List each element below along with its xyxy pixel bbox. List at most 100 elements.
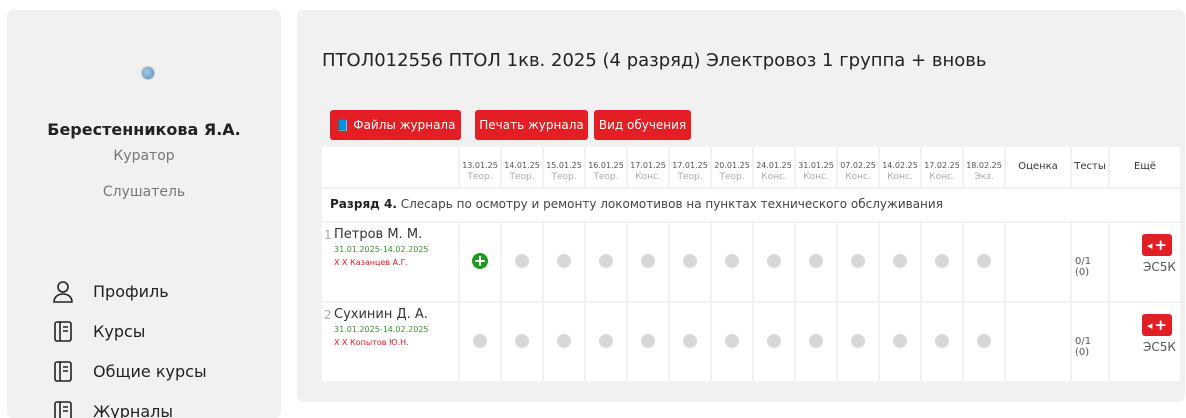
attendance-cell bbox=[838, 303, 878, 381]
student-number: 2 bbox=[324, 308, 332, 322]
date-header-cell: 17.01.25 Теор. bbox=[670, 147, 710, 187]
student-name[interactable]: Петров М. М. bbox=[334, 227, 422, 242]
more-actions-button[interactable]: ◀ + bbox=[1142, 234, 1172, 256]
journal-files-label: Файлы журнала bbox=[353, 118, 456, 132]
tests-header-cell: Тесты bbox=[1072, 147, 1108, 187]
header-name-cell bbox=[322, 147, 458, 187]
empty-mark-dot[interactable] bbox=[515, 254, 529, 268]
date-header-cell: 20.01.25 Теор. bbox=[712, 147, 752, 187]
locomotive-label: ЭС5К bbox=[1143, 340, 1176, 354]
empty-mark-dot[interactable] bbox=[641, 254, 655, 268]
column-date[interactable]: 17.01.25 bbox=[628, 160, 668, 171]
nav-courses[interactable]: Курсы bbox=[51, 318, 145, 344]
column-date[interactable]: 14.01.25 bbox=[502, 160, 542, 171]
avatar[interactable] bbox=[141, 66, 155, 80]
attendance-cell bbox=[796, 303, 836, 381]
date-header-cell: 07.02.25 Конс. bbox=[838, 147, 878, 187]
column-date[interactable]: 07.02.25 bbox=[838, 160, 878, 171]
student-teacher: Х Х Казанцев А.Г. bbox=[334, 258, 409, 267]
tests-value: 0/1 (0) bbox=[1075, 256, 1092, 278]
attendance-cell bbox=[544, 223, 584, 301]
date-header-cell: 31.01.25 Конс. bbox=[796, 147, 836, 187]
empty-mark-dot[interactable] bbox=[851, 334, 865, 348]
empty-mark-dot[interactable] bbox=[683, 334, 697, 348]
nav-common-courses-label: Общие курсы bbox=[93, 361, 207, 381]
empty-mark-dot[interactable] bbox=[893, 254, 907, 268]
nav-journals[interactable]: Журналы bbox=[51, 398, 173, 418]
column-type: Конс. bbox=[845, 172, 871, 182]
attendance-cell bbox=[460, 303, 500, 381]
attendance-cell bbox=[712, 303, 752, 381]
column-date[interactable]: 13.01.25 bbox=[460, 160, 500, 171]
date-header-cell: 24.01.25 Конс. bbox=[754, 147, 794, 187]
nav-common-courses[interactable]: Общие курсы bbox=[51, 358, 207, 384]
date-header-cell: 16.01.25 Теор. bbox=[586, 147, 626, 187]
empty-mark-dot[interactable] bbox=[935, 254, 949, 268]
attendance-cell bbox=[880, 223, 920, 301]
empty-mark-dot[interactable] bbox=[599, 254, 613, 268]
training-type-button[interactable]: Вид обучения bbox=[594, 110, 691, 140]
column-date[interactable]: 20.01.25 bbox=[712, 160, 752, 171]
role-listener[interactable]: Слушатель bbox=[7, 184, 281, 200]
empty-mark-dot[interactable] bbox=[977, 254, 991, 268]
more-actions-button[interactable]: ◀ + bbox=[1142, 314, 1172, 336]
journal-files-button[interactable]: 📘 Файлы журнала bbox=[330, 110, 461, 140]
more-header-cell: Ещё bbox=[1110, 147, 1180, 187]
grade-header: Оценка bbox=[1018, 161, 1058, 172]
column-type: Конс. bbox=[761, 172, 787, 182]
column-type: Конс. bbox=[929, 172, 955, 182]
date-header-cell: 17.02.25 Конс. bbox=[922, 147, 962, 187]
column-date[interactable]: 17.02.25 bbox=[922, 160, 962, 171]
column-date[interactable]: 18.02.25 bbox=[964, 160, 1004, 171]
empty-mark-dot[interactable] bbox=[809, 334, 823, 348]
column-type: Конс. bbox=[635, 172, 661, 182]
caret-left-icon: ◀ bbox=[1147, 241, 1153, 250]
print-journal-button[interactable]: Печать журнала bbox=[475, 110, 588, 140]
tests-header: Тесты bbox=[1074, 161, 1106, 172]
role-curator[interactable]: Куратор bbox=[7, 148, 281, 164]
empty-mark-dot[interactable] bbox=[893, 334, 907, 348]
empty-mark-dot[interactable] bbox=[515, 334, 529, 348]
attendance-cell bbox=[712, 223, 752, 301]
attendance-cell bbox=[460, 223, 500, 301]
column-type: Теор. bbox=[677, 172, 703, 182]
training-type-label: Вид обучения bbox=[598, 118, 687, 132]
student-dates: 31.01.2025-14.02.2025 bbox=[334, 245, 429, 254]
column-type: Конс. bbox=[803, 172, 829, 182]
empty-mark-dot[interactable] bbox=[473, 334, 487, 348]
student-name[interactable]: Сухинин Д. А. bbox=[334, 307, 428, 322]
nav-profile[interactable]: Профиль bbox=[51, 278, 169, 304]
rank-text: Слесарь по осмотру и ремонту локомотивов… bbox=[396, 197, 943, 211]
empty-mark-dot[interactable] bbox=[725, 254, 739, 268]
empty-mark-dot[interactable] bbox=[557, 334, 571, 348]
student-dates: 31.01.2025-14.02.2025 bbox=[334, 325, 429, 334]
column-date[interactable]: 14.02.25 bbox=[880, 160, 920, 171]
column-type: Теор. bbox=[719, 172, 745, 182]
attendance-cell bbox=[544, 303, 584, 381]
empty-mark-dot[interactable] bbox=[809, 254, 823, 268]
add-mark-icon[interactable] bbox=[472, 253, 488, 269]
column-date[interactable]: 15.01.25 bbox=[544, 160, 584, 171]
attendance-cell bbox=[586, 223, 626, 301]
student-name-cell: 1 Петров М. М. 31.01.2025-14.02.2025 Х Х Ка… bbox=[322, 223, 458, 301]
empty-mark-dot[interactable] bbox=[641, 334, 655, 348]
empty-mark-dot[interactable] bbox=[977, 334, 991, 348]
empty-mark-dot[interactable] bbox=[599, 334, 613, 348]
empty-mark-dot[interactable] bbox=[851, 254, 865, 268]
empty-mark-dot[interactable] bbox=[683, 254, 697, 268]
column-date[interactable]: 31.01.25 bbox=[796, 160, 836, 171]
column-date[interactable]: 24.01.25 bbox=[754, 160, 794, 171]
empty-mark-dot[interactable] bbox=[725, 334, 739, 348]
empty-mark-dot[interactable] bbox=[767, 334, 781, 348]
attendance-cell bbox=[502, 223, 542, 301]
date-header-cell: 13.01.25 Теор. bbox=[460, 147, 500, 187]
attendance-cell bbox=[670, 303, 710, 381]
empty-mark-dot[interactable] bbox=[767, 254, 781, 268]
empty-mark-dot[interactable] bbox=[557, 254, 571, 268]
column-date[interactable]: 16.01.25 bbox=[586, 160, 626, 171]
column-date[interactable]: 17.01.25 bbox=[670, 160, 710, 171]
attendance-cell bbox=[964, 303, 1004, 381]
column-type: Экз. bbox=[974, 172, 994, 182]
student-teacher: Х Х Копытов Ю.Н. bbox=[334, 338, 409, 347]
empty-mark-dot[interactable] bbox=[935, 334, 949, 348]
